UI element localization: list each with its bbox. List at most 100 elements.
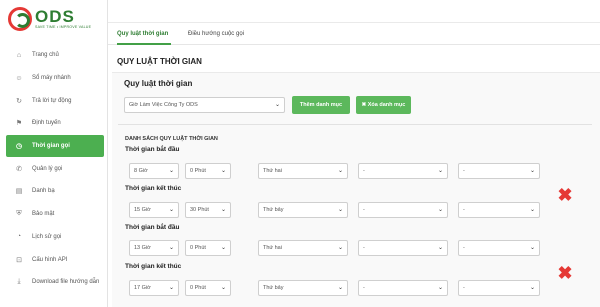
chevron-down-icon: ⌄ [529,285,535,291]
divider [118,124,592,125]
select-value: Thứ hai [263,168,282,174]
add-category-button[interactable]: Thêm danh mục [292,96,350,114]
sidebar-item-label: Quản lý gọi [32,165,63,172]
sidebar-item-routing[interactable]: ⚑ Định tuyến [6,112,104,135]
category-select[interactable]: Giờ Làm Việc Công Ty ODS ⌄ [124,97,285,113]
top-bar [108,0,600,23]
select-value: - [463,168,465,174]
select-value: 0 Phút [190,168,206,174]
rule-1-start-day-select[interactable]: - ⌄ [358,163,448,179]
tab-call-routing[interactable]: Điều hướng cuộc gọi [188,23,244,45]
rule-2-start-weekday-select[interactable]: Thứ hai ⌄ [258,240,348,256]
chevron-down-icon: ⌄ [168,285,174,291]
rule-2-start-month-select[interactable]: - ⌄ [458,240,540,256]
clock-icon: ◷ [15,143,23,151]
sidebar-item-label: Trang chủ [32,52,59,59]
rule-1-start-label: Thời gian bắt đầu [125,146,180,153]
chevron-down-icon: ⌄ [529,168,535,174]
sidebar-item-label: Trả lời tự động [32,97,72,104]
rule-1-end-month-select[interactable]: - ⌄ [458,202,540,218]
select-value: - [463,285,465,291]
chevron-down-icon: ⌄ [437,207,443,213]
download-icon: ⤓ [17,278,21,286]
panel-title: Quy luật thời gian [124,79,193,88]
history-icon: ◔ [16,233,22,241]
select-value: - [463,245,465,251]
brand-tagline: SAVE TIME • IMPROVE VALUE [35,25,92,29]
sidebar-nav: ⌂ Trang chủ ☺ Sổ máy nhánh ↻ Trả lời tự … [6,44,104,294]
chevron-down-icon: ⌄ [220,207,226,213]
select-value: - [363,285,365,291]
rule-2-end-minute-select[interactable]: 0 Phút ⌄ [185,280,231,296]
delete-category-button[interactable]: ✖ Xóa danh mục [356,96,411,114]
rule-2-end-month-select[interactable]: - ⌄ [458,280,540,296]
delete-rule-2-icon[interactable]: ✖ [556,264,574,282]
refresh-icon: ↻ [16,97,22,105]
contacts-icon: ▤ [15,188,23,196]
sidebar-item-download-guide[interactable]: ⤓ Download file hướng dẫn [6,271,104,294]
rule-2-start-minute-select[interactable]: 0 Phút ⌄ [185,240,231,256]
users-icon: ☺ [15,74,23,82]
rule-1-start-month-select[interactable]: - ⌄ [458,163,540,179]
sidebar: ODS SAVE TIME • IMPROVE VALUE ⌂ Trang ch… [0,0,108,307]
select-value: - [363,207,365,213]
sidebar-item-extensions[interactable]: ☺ Sổ máy nhánh [6,67,104,90]
rule-1-end-minute-select[interactable]: 30 Phút ⌄ [185,202,231,218]
select-value: Thứ hai [263,245,282,251]
api-icon: ⊡ [16,256,22,264]
chevron-down-icon: ⌄ [220,285,226,291]
rule-2-end-day-select[interactable]: - ⌄ [358,280,448,296]
sidebar-item-security[interactable]: ⛨ Bảo mật [6,203,104,226]
page-title: QUY LUẬT THỜI GIAN [117,57,202,66]
rule-1-end-hour-select[interactable]: 15 Giờ ⌄ [129,202,179,218]
sidebar-item-label: Cấu hình API [32,256,68,263]
sidebar-item-auto-reply[interactable]: ↻ Trả lời tự động [6,89,104,112]
delete-rule-1-icon[interactable]: ✖ [556,186,574,204]
sidebar-item-label: Danh bạ [32,188,55,195]
chevron-down-icon: ⌄ [337,245,343,251]
select-value: 15 Giờ [134,207,151,213]
rule-1-end-label: Thời gian kết thúc [125,185,182,192]
rule-2-start-hour-select[interactable]: 13 Giờ ⌄ [129,240,179,256]
rule-1-start-minute-select[interactable]: 0 Phút ⌄ [185,163,231,179]
chevron-down-icon: ⌄ [529,245,535,251]
sidebar-item-home[interactable]: ⌂ Trang chủ [6,44,104,67]
chevron-down-icon: ⌄ [437,245,443,251]
sidebar-item-call-history[interactable]: ◔ Lịch sử gọi [6,226,104,249]
rule-2-start-day-select[interactable]: - ⌄ [358,240,448,256]
rule-2-end-weekday-select[interactable]: Thứ bảy ⌄ [258,280,348,296]
rule-1-end-weekday-select[interactable]: Thứ bảy ⌄ [258,202,348,218]
home-icon: ⌂ [16,51,22,59]
select-value: 8 Giờ [134,168,148,174]
select-value: - [463,207,465,213]
sidebar-item-label: Lịch sử gọi [32,233,62,240]
sidebar-item-call-management[interactable]: ✆ Quản lý gọi [6,157,104,180]
sidebar-item-contacts[interactable]: ▤ Danh bạ [6,180,104,203]
select-value: Thứ bảy [263,285,284,291]
chevron-down-icon: ⌄ [529,207,535,213]
chevron-down-icon: ⌄ [220,168,226,174]
sidebar-item-label: Sổ máy nhánh [32,75,71,82]
select-value: Thứ bảy [263,207,284,213]
select-value: - [363,245,365,251]
sidebar-item-label: Download file hướng dẫn [32,279,100,286]
sidebar-item-api-config[interactable]: ⊡ Cấu hình API [6,248,104,271]
brand-name: ODS [35,7,75,26]
rule-1-start-weekday-select[interactable]: Thứ hai ⌄ [258,163,348,179]
select-value: 17 Giờ [134,285,151,291]
select-value: 0 Phút [190,285,206,291]
rule-2-end-hour-select[interactable]: 17 Giờ ⌄ [129,280,179,296]
sidebar-item-label: Định tuyến [32,120,61,127]
chevron-down-icon: ⌄ [337,207,343,213]
rules-list-title: DANH SÁCH QUY LUẬT THỜI GIAN [125,136,218,142]
chevron-down-icon: ⌄ [337,168,343,174]
chevron-down-icon: ⌄ [220,245,226,251]
tab-time-rules[interactable]: Quy luật thời gian [117,23,171,45]
rule-1-end-day-select[interactable]: - ⌄ [358,202,448,218]
ods-logo[interactable]: ODS SAVE TIME • IMPROVE VALUE [8,6,100,32]
rule-1-start-hour-select[interactable]: 8 Giờ ⌄ [129,163,179,179]
sidebar-item-call-time[interactable]: ◷ Thời gian gọi [6,134,104,158]
rule-2-end-label: Thời gian kết thúc [125,263,182,270]
select-value: 13 Giờ [134,245,151,251]
rule-2-start-label: Thời gian bắt đầu [125,224,180,231]
